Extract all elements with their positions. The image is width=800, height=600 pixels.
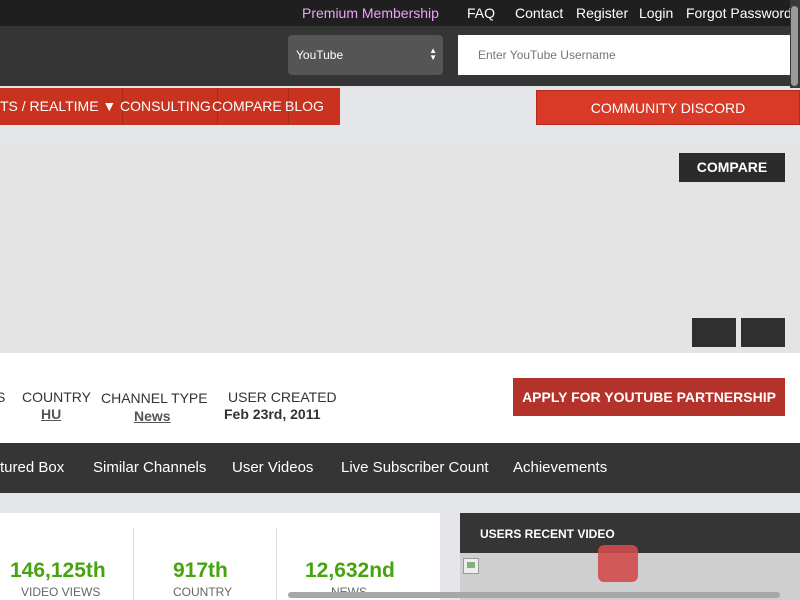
country-label: COUNTRY (22, 389, 91, 405)
platform-select[interactable]: YouTube ▲ ▼ (288, 35, 443, 75)
stat-divider (276, 528, 277, 600)
user-created-label: USER CREATED (228, 389, 337, 405)
broken-image-icon (463, 558, 479, 574)
nav-item-consulting[interactable]: CONSULTING (114, 88, 218, 125)
top-bar: Premium Membership FAQ Contact Register … (0, 0, 800, 26)
vertical-scrollbar-thumb[interactable] (791, 6, 798, 86)
platform-select-value: YouTube (296, 48, 344, 62)
login-link[interactable]: Login (639, 5, 673, 21)
tab-similar-channels[interactable]: Similar Channels (93, 459, 206, 476)
banner-prev-button[interactable] (692, 318, 736, 347)
banner-next-button[interactable] (741, 318, 785, 347)
channel-tabs: tured Box Similar Channels User Videos L… (0, 443, 800, 493)
tab-featured-box[interactable]: tured Box (0, 459, 64, 476)
username-search-input[interactable] (458, 35, 790, 75)
stat-label: VIDEO VIEWS (21, 585, 101, 599)
community-discord-button[interactable]: COMMUNITY DISCORD (536, 90, 800, 125)
stat-divider (133, 528, 134, 600)
channel-type-label: CHANNEL TYPE (101, 390, 208, 406)
contact-link[interactable]: Contact (515, 5, 563, 21)
horizontal-scrollbar[interactable] (288, 592, 780, 598)
apply-partnership-button[interactable]: APPLY FOR YOUTUBE PARTNERSHIP (513, 378, 785, 416)
tab-user-videos[interactable]: User Videos (232, 459, 313, 476)
compare-button[interactable]: COMPARE (679, 153, 785, 182)
stat-value: 12,632nd (305, 559, 395, 582)
rank-stats-card: 146,125th VIDEO VIEWS 917th COUNTRY 12,6… (0, 513, 440, 600)
faq-link[interactable]: FAQ (467, 5, 495, 21)
main-nav: TS / REALTIME ▼ CONSULTING COMPARE BLOG (0, 88, 340, 125)
stat-value: 146,125th (10, 559, 106, 582)
tab-live-subscriber-count[interactable]: Live Subscriber Count (341, 459, 489, 476)
nav-item-blog[interactable]: BLOG (279, 88, 330, 125)
nav-item-realtime[interactable]: TS / REALTIME ▼ (0, 88, 124, 125)
forgot-password-link[interactable]: Forgot Password? (686, 5, 800, 21)
premium-membership-link[interactable]: Premium Membership (302, 5, 439, 21)
partial-info-label: S (0, 389, 6, 405)
play-icon[interactable] (598, 545, 638, 582)
user-created-value: Feb 23rd, 2011 (224, 406, 321, 422)
channel-type-value-link[interactable]: News (134, 408, 171, 424)
stat-value: 917th (173, 559, 228, 582)
tab-achievements[interactable]: Achievements (513, 459, 607, 476)
register-link[interactable]: Register (576, 5, 628, 21)
search-bar: YouTube ▲ ▼ (0, 26, 800, 86)
stat-label: COUNTRY (173, 585, 233, 599)
nav-item-compare[interactable]: COMPARE (206, 88, 289, 125)
select-arrows-icon: ▲ ▼ (429, 46, 437, 62)
country-value-link[interactable]: HU (41, 406, 61, 422)
